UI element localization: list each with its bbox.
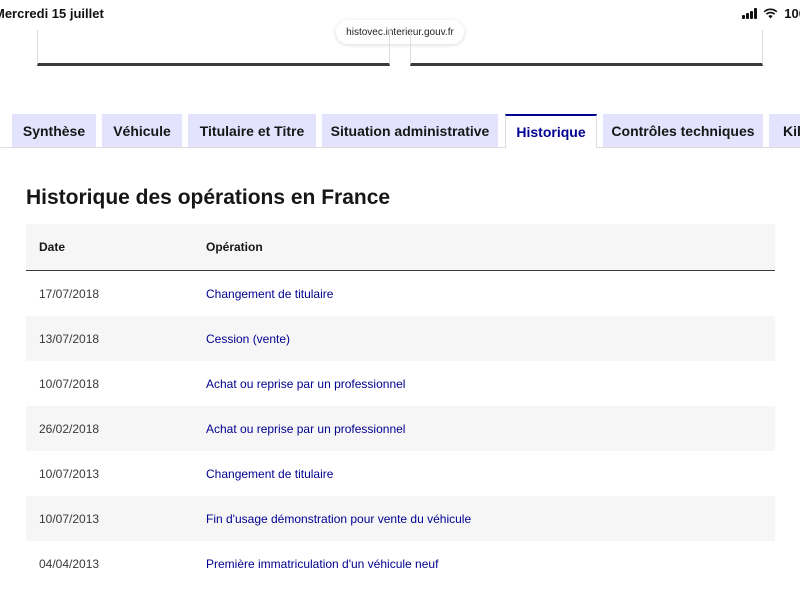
row-date: 17/07/2018 [39,286,100,301]
tab-bar: Synthèse Véhicule Titulaire et Titre Sit… [0,114,800,148]
column-header-operation: Opération [206,240,263,254]
table-row: 17/07/2018 Changement de titulaire [26,271,775,316]
tab-situation-administrative[interactable]: Situation administrative [322,114,498,147]
status-time: Mercredi 15 juillet [0,6,104,21]
tab-controles-techniques[interactable]: Contrôles techniques [603,114,763,147]
tab-historique[interactable]: Historique [505,114,597,148]
row-operation: Cession (vente) [206,331,291,346]
row-date: 26/02/2018 [39,421,100,436]
table-row: 26/02/2018 Achat ou reprise par un profe… [26,406,775,451]
wifi-icon [763,8,778,19]
table-row: 10/07/2013 Fin d'usage démonstration pou… [26,496,775,541]
row-date: 10/07/2013 [39,511,100,526]
tab-titulaire-et-titre[interactable]: Titulaire et Titre [188,114,316,147]
battery-level: 100 [784,6,800,21]
row-operation: Changement de titulaire [206,286,334,301]
table-row: 10/07/2018 Achat ou reprise par un profe… [26,361,775,406]
summary-card-right [410,30,763,66]
status-right: 100 [742,6,800,21]
tab-synthese[interactable]: Synthèse [12,114,96,147]
summary-card-left [37,30,390,66]
signal-icon [742,8,758,19]
tab-kilometrage[interactable]: Kilo [769,114,800,147]
row-operation: Première immatriculation d'un véhicule n… [206,556,439,571]
row-operation: Achat ou reprise par un professionnel [206,376,406,391]
row-date: 04/04/2013 [39,556,100,571]
row-date: 10/07/2013 [39,466,100,481]
section-title: Historique des opérations en France [26,186,391,209]
row-operation: Fin d'usage démonstration pour vente du … [206,511,472,526]
row-date: 10/07/2018 [39,376,100,391]
row-operation: Achat ou reprise par un professionnel [206,421,406,436]
tab-vehicule[interactable]: Véhicule [102,114,182,147]
table-row: 13/07/2018 Cession (vente) [26,316,775,361]
table-row: 10/07/2013 Changement de titulaire [26,451,775,496]
row-date: 13/07/2018 [39,331,100,346]
table-row: 04/04/2013 Première immatriculation d'un… [26,541,775,586]
row-operation: Changement de titulaire [206,466,334,481]
table-body: 17/07/2018 Changement de titulaire 13/07… [26,271,775,586]
table-header: Date Opération [26,224,775,271]
operations-table: Date Opération 17/07/2018 Changement de … [26,224,775,586]
column-header-date: Date [39,240,66,254]
